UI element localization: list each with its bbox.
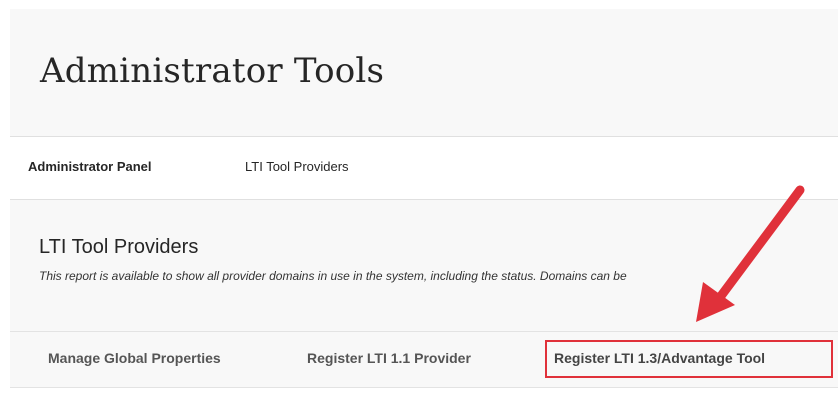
lti-providers-section: LTI Tool Providers This report is availa…: [10, 200, 838, 332]
breadcrumb-administrator-panel[interactable]: Administrator Panel: [28, 159, 152, 174]
screen: Administrator Tools Administrator Panel …: [0, 0, 838, 394]
section-description: This report is available to show all pro…: [39, 269, 627, 283]
tab-register-lti-1-1-provider[interactable]: Register LTI 1.1 Provider: [307, 350, 471, 366]
tab-register-lti-1-3-advantage-tool[interactable]: Register LTI 1.3/Advantage Tool: [554, 350, 765, 366]
section-title: LTI Tool Providers: [39, 236, 199, 258]
action-tabs: Manage Global Properties Register LTI 1.…: [10, 332, 838, 388]
page-title: Administrator Tools: [40, 51, 385, 91]
breadcrumb: Administrator Panel LTI Tool Providers: [10, 137, 838, 200]
tab-manage-global-properties[interactable]: Manage Global Properties: [48, 350, 221, 366]
page-header: Administrator Tools: [10, 9, 838, 137]
breadcrumb-lti-tool-providers: LTI Tool Providers: [245, 159, 349, 174]
